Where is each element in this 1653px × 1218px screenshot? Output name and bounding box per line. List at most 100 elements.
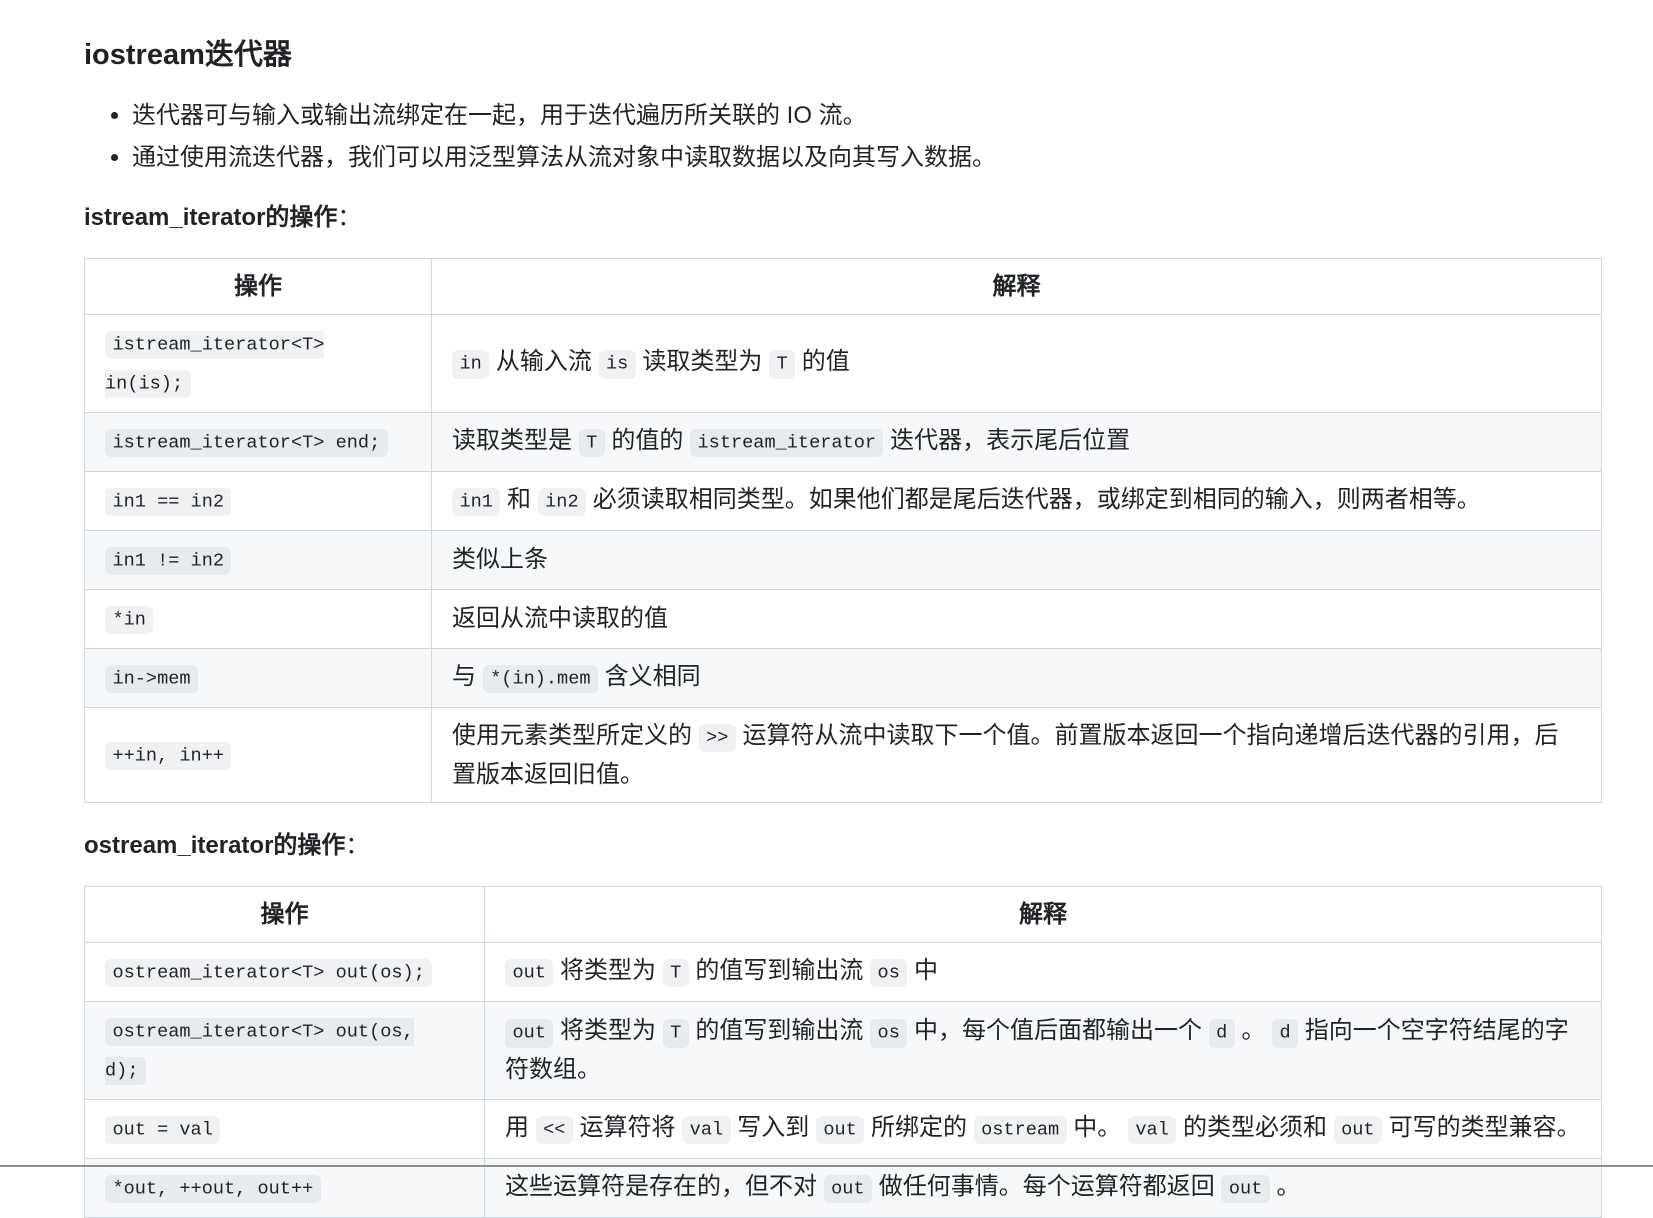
description-cell: 用 << 运算符将 val 写入到 out 所绑定的 ostream 中。 va…: [484, 1099, 1602, 1159]
istream-ops-caption: istream_iterator的操作：: [84, 200, 1602, 236]
inline-code: in1: [452, 487, 501, 517]
caption-bold-text: ostream_iterator的操作: [84, 832, 346, 859]
description-cell: 类似上条: [431, 530, 1602, 590]
bullet-item: 通过使用流迭代器，我们可以用泛型算法从流对象中读取数据以及向其写入数据。: [132, 140, 1602, 176]
cell-text: 读取类型是: [452, 426, 579, 454]
description-cell: out 将类型为 T 的值写到输出流 os 中，每个值后面都输出一个 d 。 d…: [484, 1001, 1602, 1100]
cell-text: 中: [907, 956, 938, 984]
cell-text: 的值写到输出流: [688, 1017, 871, 1044]
operation-cell: in->mem: [84, 648, 432, 708]
caption-colon: ：: [345, 832, 370, 859]
istream-ops-table: 操作 解释 istream_iterator<T> in(is); in 从输入流…: [84, 258, 1602, 803]
inline-code: os: [870, 1019, 908, 1048]
inline-code: in1 != in2: [105, 546, 232, 576]
table-body: ostream_iterator<T> out(os); out 将类型为 T 的…: [84, 942, 1602, 1218]
description-cell: 与 *(in).mem 含义相同: [431, 648, 1602, 708]
table-row: istream_iterator<T> end; 读取类型是 T 的值的 istr…: [84, 412, 1602, 472]
inline-code: out: [815, 1115, 865, 1145]
cell-text: 含义相同: [597, 662, 701, 690]
inline-code: ostream: [973, 1115, 1067, 1145]
table-header-row: 操作 解释: [84, 258, 1602, 315]
operation-cell: ++in, in++: [84, 707, 432, 803]
inline-code: d: [1208, 1019, 1235, 1048]
ostream-ops-caption: ostream_iterator的操作：: [84, 828, 1602, 864]
description-cell: in 从输入流 is 读取类型为 T 的值: [431, 314, 1602, 413]
cell-text: 的类型必须和: [1176, 1113, 1334, 1141]
cell-text: 将类型为: [553, 1017, 663, 1044]
inline-code: istream_iterator<T> end;: [105, 428, 388, 458]
inline-code: ostream_iterator<T> out(os);: [105, 958, 433, 988]
operation-cell: out = val: [84, 1099, 485, 1159]
operation-cell: ostream_iterator<T> out(os);: [84, 942, 485, 1002]
inline-code: d: [1272, 1019, 1299, 1048]
inline-code: T: [769, 350, 796, 379]
cell-text: 写入到: [730, 1113, 816, 1141]
bullet-list: 迭代器可与输入或输出流绑定在一起，用于迭代遍历所关联的 IO 流。 通过使用流迭…: [84, 98, 1602, 176]
inline-code: in->mem: [105, 664, 198, 694]
description-cell: 返回从流中读取的值: [431, 589, 1602, 649]
operation-cell: *in: [84, 589, 432, 649]
cell-text: 中，每个值后面都输出一个: [907, 1017, 1209, 1044]
description-cell: in1 和 in2 必须读取相同类型。如果他们都是尾后迭代器，或绑定到相同的输入…: [431, 471, 1602, 531]
bullet-item: 迭代器可与输入或输出流绑定在一起，用于迭代遍历所关联的 IO 流。: [132, 98, 1602, 134]
inline-code: out: [823, 1174, 873, 1204]
inline-code: T: [662, 958, 689, 988]
cell-text: 用: [505, 1113, 536, 1141]
operation-cell: ostream_iterator<T> out(os, d);: [84, 1001, 485, 1100]
cell-text: 。: [1269, 1172, 1301, 1200]
markdown-body: iostream迭代器 迭代器可与输入或输出流绑定在一起，用于迭代遍历所关联的 …: [84, 0, 1602, 1218]
operation-cell: istream_iterator<T> in(is);: [84, 314, 432, 413]
cell-text: 返回从流中读取的值: [452, 605, 668, 632]
table-row: in1 == in2 in1 和 in2 必须读取相同类型。如果他们都是尾后迭代器…: [84, 471, 1602, 531]
inline-code: val: [1127, 1115, 1177, 1145]
cell-text: 从输入流: [489, 348, 599, 375]
inline-code: istream_iterator: [690, 428, 884, 458]
table-row: ostream_iterator<T> out(os, d); out 将类型为 …: [84, 1001, 1602, 1100]
cell-text: 使用元素类型所定义的: [452, 721, 699, 749]
operation-cell: in1 == in2: [84, 471, 432, 531]
cell-text: 的值: [795, 348, 850, 375]
table-row: out = val 用 << 运算符将 val 写入到 out 所绑定的 ostr…: [84, 1099, 1602, 1159]
inline-code: istream_iterator<T> in(is);: [105, 330, 325, 399]
inline-code: ++in, in++: [105, 741, 232, 771]
inline-code: T: [662, 1019, 689, 1048]
column-header-description: 解释: [484, 886, 1602, 943]
operation-cell: istream_iterator<T> end;: [84, 412, 432, 472]
inline-code: ostream_iterator<T> out(os, d);: [105, 1017, 414, 1086]
section-heading: iostream迭代器: [84, 39, 292, 71]
cell-text: 的值写到输出流: [688, 956, 871, 984]
cell-text: 将类型为: [553, 956, 663, 984]
cell-text: 与: [452, 662, 483, 690]
cell-text: 做任何事情。每个运算符都返回: [872, 1172, 1222, 1200]
table-row: istream_iterator<T> in(is); in 从输入流 is 读取…: [84, 314, 1602, 413]
description-cell: 使用元素类型所定义的 >> 运算符从流中读取下一个值。前置版本返回一个指向递增后…: [431, 707, 1602, 803]
inline-code: *out, ++out, out++: [105, 1174, 321, 1204]
inline-code: T: [578, 428, 605, 458]
table-head: 操作 解释: [84, 258, 1602, 315]
table-header-row: 操作 解释: [84, 886, 1602, 943]
inline-code: val: [682, 1115, 731, 1145]
inline-code: *in: [105, 605, 154, 635]
inline-code: out: [1333, 1115, 1383, 1145]
inline-code: in: [452, 350, 490, 379]
inline-code: out = val: [105, 1115, 221, 1145]
cell-text: 的值的: [604, 426, 691, 454]
column-header-description: 解释: [431, 258, 1602, 315]
cell-text: 读取类型为: [635, 348, 770, 375]
inline-code: <<: [535, 1115, 573, 1145]
description-cell: out 将类型为 T 的值写到输出流 os 中: [484, 942, 1602, 1002]
inline-code: os: [870, 958, 908, 988]
cell-text: 迭代器，表示尾后位置: [883, 426, 1131, 454]
caption-bold-text: istream_iterator的操作: [84, 204, 338, 231]
cell-text: 可写的类型兼容。: [1382, 1113, 1581, 1141]
inline-code: *(in).mem: [482, 664, 598, 694]
cell-text: 。: [1234, 1017, 1273, 1044]
table-row: *in 返回从流中读取的值: [84, 589, 1602, 649]
table-row: in->mem 与 *(in).mem 含义相同: [84, 648, 1602, 708]
inline-code: out: [505, 1019, 554, 1048]
column-header-operation: 操作: [84, 886, 485, 943]
inline-code: out: [1221, 1174, 1270, 1204]
table-head: 操作 解释: [84, 886, 1602, 943]
cell-text: 所绑定的: [864, 1113, 974, 1141]
column-header-operation: 操作: [84, 258, 432, 315]
